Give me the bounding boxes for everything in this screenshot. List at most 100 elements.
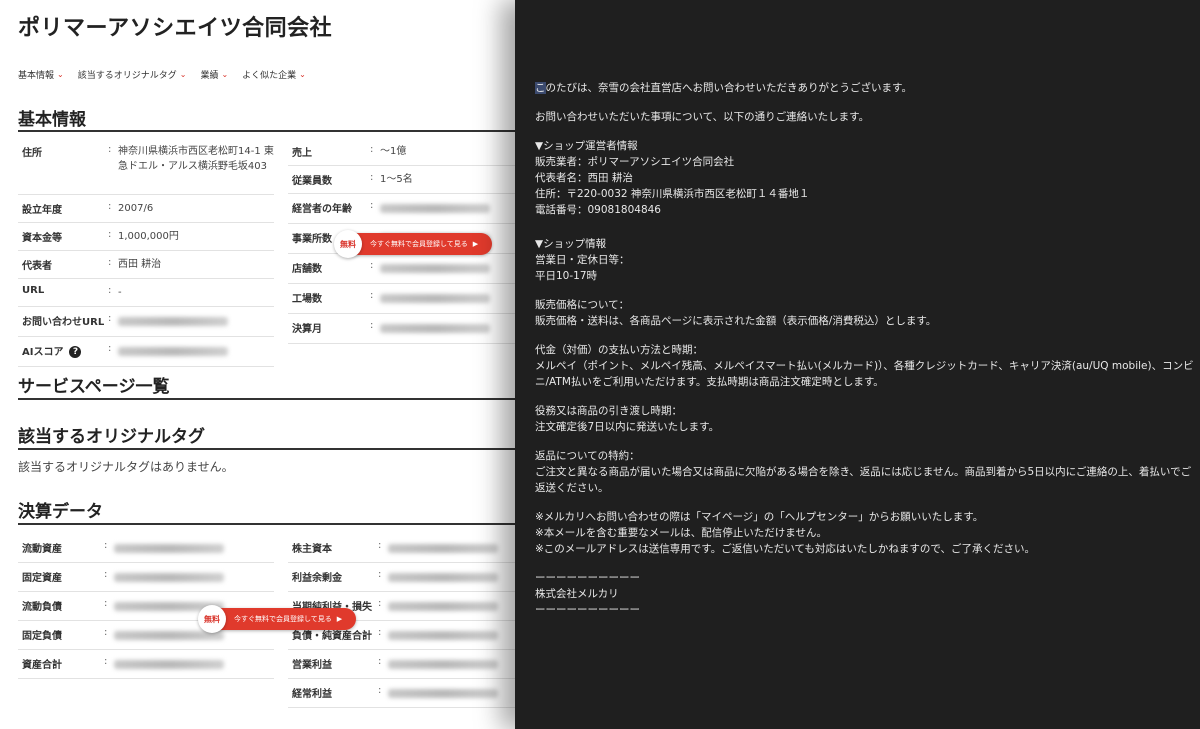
nav-similar[interactable]: よく似た企業 ⌄	[242, 68, 306, 81]
info-row: 代表者 : 西田 耕治	[18, 251, 274, 279]
finance-label: 固定負債	[22, 631, 62, 642]
info-label: URL	[22, 285, 45, 296]
colon: :	[378, 656, 382, 667]
colon: :	[378, 685, 382, 696]
chevron-down-icon: ⌄	[179, 70, 187, 79]
colon: :	[378, 627, 382, 638]
section-title-basic: 基本情報	[18, 110, 86, 130]
nav-similar-label: よく似た企業	[242, 71, 297, 81]
section-divider	[18, 130, 515, 132]
colon: :	[370, 260, 374, 271]
chevron-down-icon: ⌄	[299, 70, 306, 79]
finance-value	[388, 650, 515, 680]
free-badge: 無料	[198, 605, 226, 633]
info-row: 売上 : 〜1億	[288, 138, 515, 166]
info-row: AIスコア? :	[18, 337, 274, 367]
ai-score-label: AIスコア	[22, 347, 64, 358]
finance-label: 株主資本	[292, 544, 332, 555]
blurred-value	[388, 689, 498, 698]
nav-basic[interactable]: 基本情報 ⌄	[18, 68, 64, 81]
info-row: 従業員数 : 1〜5名	[288, 166, 515, 194]
register-cta-button[interactable]: 無料 今すぐ無料で会員登録して見る ▶	[334, 230, 493, 258]
info-label: 代表者	[22, 261, 52, 272]
info-row: URL : -	[18, 279, 274, 307]
info-row: 工場数 :	[288, 284, 515, 314]
info-value: -	[118, 287, 122, 298]
finance-label: 利益余剰金	[292, 573, 342, 584]
info-value-hidden	[118, 307, 274, 337]
colon: :	[378, 569, 382, 580]
email-body[interactable]: このたびは、奈雪の会社直営店へお問い合わせいただきありがとうございます。 お問い…	[535, 80, 1200, 618]
register-cta-button[interactable]: 無料 今すぐ無料で会員登録して見る ▶	[198, 605, 357, 633]
finance-label: 資産合計	[22, 660, 62, 671]
info-label: 従業員数	[292, 176, 332, 187]
blurred-value	[388, 573, 498, 582]
colon: :	[378, 598, 382, 609]
colon: :	[370, 144, 374, 155]
finance-row: 経常利益:	[288, 679, 515, 708]
info-value: 1,000,000円	[118, 231, 179, 242]
play-icon: ▶	[336, 615, 343, 623]
play-icon: ▶	[472, 240, 479, 248]
finance-label: 固定資産	[22, 573, 62, 584]
nav-performance[interactable]: 業績 ⌄	[200, 68, 228, 81]
colon: :	[108, 313, 112, 324]
info-row: 設立年度 : 2007/6	[18, 195, 274, 223]
info-value: 〜1億	[380, 146, 407, 157]
operator-info: ▼ショップ運営者情報 販売業者：ポリマーアソシエイツ合同会社 代表者名：西田 耕…	[535, 140, 810, 216]
info-value: 西田 耕治	[118, 259, 162, 270]
delivery-info: 役務又は商品の引き渡し時期： 注文確定後7日以内に発送いたします。	[535, 405, 720, 433]
blurred-value	[118, 317, 228, 326]
info-label: AIスコア?	[18, 337, 108, 364]
colon: :	[104, 598, 108, 609]
company-info-panel: ポリマーアソシエイツ合同会社 基本情報 ⌄ 該当するオリジナルタグ ⌄ 業績 ⌄ よく…	[0, 0, 515, 729]
info-label: 売上	[292, 148, 312, 159]
finance-label: 経常利益	[292, 689, 332, 700]
blurred-value	[380, 204, 490, 213]
info-label: 決算月	[292, 324, 322, 335]
blurred-value	[388, 544, 498, 553]
info-value: 2007/6	[118, 203, 154, 214]
info-label: 資本金等	[22, 233, 62, 244]
chevron-down-icon: ⌄	[57, 70, 64, 79]
email-footer: ーーーーーーーーーー 株式会社メルカリ ーーーーーーーーーー	[535, 572, 640, 616]
finance-label: 流動資産	[22, 544, 62, 555]
email-greeting: このたびは、奈雪の会社直営店へお問い合わせいただきありがとうございます。	[535, 80, 1200, 96]
finance-row: 固定資産:	[18, 563, 274, 592]
colon: :	[108, 257, 112, 268]
colon: :	[104, 656, 108, 667]
nav-tags[interactable]: 該当するオリジナルタグ ⌄	[78, 68, 187, 81]
info-value-hidden	[118, 337, 274, 367]
finance-row: 流動資産:	[18, 534, 274, 563]
info-label: 工場数	[292, 294, 322, 305]
finance-value	[388, 592, 515, 622]
colon: :	[108, 201, 112, 212]
finance-value	[114, 534, 274, 564]
blurred-value	[118, 347, 228, 356]
help-icon[interactable]: ?	[69, 346, 82, 358]
colon: :	[370, 200, 374, 211]
colon: :	[104, 569, 108, 580]
info-label: 住所	[22, 148, 42, 159]
finance-value	[388, 679, 515, 709]
chevron-down-icon: ⌄	[221, 70, 229, 79]
info-label: 店舗数	[292, 264, 322, 275]
section-nav: 基本情報 ⌄ 該当するオリジナルタグ ⌄ 業績 ⌄ よく似た企業 ⌄	[18, 68, 306, 81]
nav-performance-label: 業績	[200, 71, 219, 81]
colon: :	[108, 285, 112, 296]
finance-row: 資産合計:	[18, 650, 274, 679]
finance-row: 株主資本:	[288, 534, 515, 563]
greeting-text: のたびは、奈雪の会社直営店へお問い合わせいただきありがとうございます。	[545, 82, 912, 94]
section-divider	[18, 523, 515, 525]
finance-value	[114, 563, 274, 593]
colon: :	[108, 229, 112, 240]
tags-empty-message: 該当するオリジナルタグはありません。	[18, 460, 234, 474]
payment-info: 代金（対価）の支払い方法と時期： メルペイ（ポイント、メルペイ残高、メルペイスマ…	[535, 344, 1194, 388]
section-divider	[18, 398, 515, 400]
colon: :	[378, 540, 382, 551]
colon: :	[104, 540, 108, 551]
